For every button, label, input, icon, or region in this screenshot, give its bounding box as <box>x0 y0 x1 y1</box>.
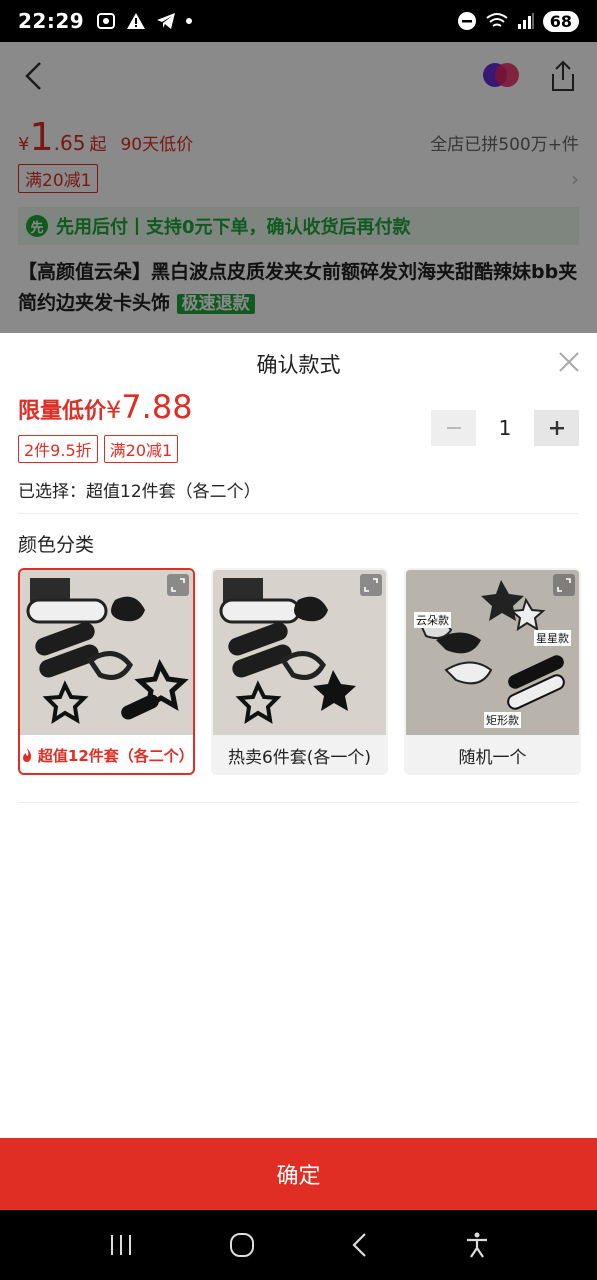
back-icon[interactable] <box>350 1232 370 1258</box>
expand-icon[interactable] <box>360 574 382 596</box>
divider <box>18 513 579 514</box>
divider <box>18 802 579 803</box>
recent-apps-icon[interactable] <box>108 1233 134 1257</box>
variant-option-random[interactable]: 云朵款 星星款 矩形款 随机一个 <box>404 568 581 775</box>
status-notification-icons <box>96 12 193 30</box>
fire-icon <box>22 748 32 762</box>
minus-icon <box>446 427 461 429</box>
expand-icon[interactable] <box>167 574 189 596</box>
signal-icon <box>517 13 534 29</box>
image-overlay-label: 矩形款 <box>484 712 521 728</box>
decrease-button[interactable] <box>431 410 476 446</box>
quantity-stepper: 1 <box>431 410 579 446</box>
variant-image <box>213 570 386 735</box>
promo-tag: 满20减1 <box>103 435 179 463</box>
dnd-icon <box>457 12 476 30</box>
wifi-icon <box>486 13 508 27</box>
variant-option-6pack[interactable]: 热卖6件套(各一个) <box>211 568 388 775</box>
variant-image: 云朵款 星星款 矩形款 <box>406 570 579 735</box>
sheet-title: 确认款式 <box>256 353 341 377</box>
image-overlay-label: 云朵款 <box>414 612 451 628</box>
color-category-label: 颜色分类 <box>18 534 95 556</box>
variant-list: 超值12件套（各二个） 热卖6件套(各一个) 云朵款 星星款 矩形款 随机一个 <box>18 568 581 775</box>
promo-tags: 2件9.5折 满20减1 <box>18 435 179 463</box>
telegram-icon <box>157 13 176 29</box>
variant-label-text: 超值12件套（各二个） <box>37 746 194 765</box>
promo-tag: 2件9.5折 <box>18 435 98 463</box>
variant-label: 热卖6件套(各一个) <box>227 747 372 768</box>
status-time: 22:29 <box>18 9 85 33</box>
sale-price-currency: ¥ <box>106 396 122 424</box>
sale-price-value: 7.88 <box>121 388 193 426</box>
screenshot-icon <box>97 13 116 29</box>
close-icon[interactable] <box>557 350 581 374</box>
style-select-sheet: 确认款式 限量低价 ¥ 7.88 2件9.5折 满20减1 1 已选择：超值12… <box>0 333 597 1210</box>
variant-option-12pack[interactable]: 超值12件套（各二个） <box>18 568 195 775</box>
plus-icon <box>549 421 564 435</box>
variant-label: 随机一个 <box>458 747 527 768</box>
status-bar: 22:29 68 <box>0 0 597 42</box>
accessibility-icon[interactable] <box>465 1232 489 1258</box>
quantity-value[interactable]: 1 <box>476 416 534 440</box>
variant-image <box>20 570 193 735</box>
selected-summary: 已选择：超值12件套（各二个） <box>18 482 261 502</box>
battery-indicator: 68 <box>542 10 579 32</box>
system-nav-bar <box>0 1210 597 1280</box>
notification-dot-icon <box>186 18 193 24</box>
expand-icon[interactable] <box>553 574 575 596</box>
confirm-button[interactable]: 确定 <box>0 1138 597 1210</box>
image-overlay-label: 星星款 <box>534 630 571 646</box>
sale-price: 限量低价 ¥ 7.88 <box>18 388 193 426</box>
sale-price-label: 限量低价 <box>18 399 107 424</box>
increase-button[interactable] <box>534 410 579 446</box>
warning-icon <box>127 13 146 29</box>
dim-overlay[interactable] <box>0 42 597 333</box>
home-icon[interactable] <box>229 1232 255 1258</box>
variant-label: 超值12件套（各二个） <box>20 735 194 773</box>
